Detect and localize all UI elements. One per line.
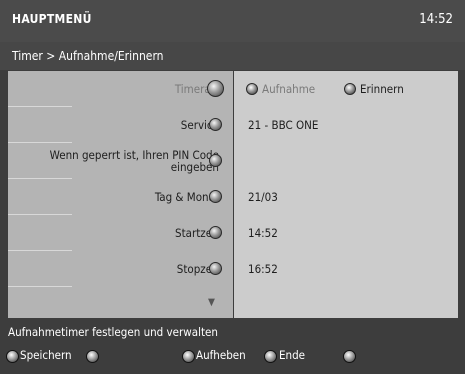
scroll-down-arrow-icon[interactable]: ▼: [208, 297, 215, 308]
option-erinnern-radio-icon[interactable]: [344, 83, 356, 95]
row-pin[interactable]: Wenn geperrt ist, Ihren PIN Code eingebe…: [8, 143, 458, 179]
timer-form-panel: Timerart Aufnahme Erinnern Service 21 - …: [8, 71, 458, 318]
top-bar: HAUPTMENÜ 14:52: [0, 0, 465, 42]
breadcrumb: Timer > Aufnahme/Erinnern: [12, 49, 164, 63]
blank-button-icon[interactable]: [86, 350, 99, 363]
service-value[interactable]: 21 - BBC ONE: [248, 107, 318, 143]
footer-bar: Speichern Aufheben Ende: [0, 342, 465, 374]
option-aufnahme-label[interactable]: Aufnahme: [262, 71, 315, 107]
save-button-icon[interactable]: [6, 350, 19, 363]
row-stopzeit[interactable]: Stopzeit 16:52: [8, 251, 458, 287]
cancel-button-icon[interactable]: [182, 350, 195, 363]
stopzeit-value[interactable]: 16:52: [248, 251, 278, 287]
end-button[interactable]: Ende: [279, 348, 305, 362]
save-button[interactable]: Speichern: [20, 348, 72, 362]
breadcrumb-bar: Timer > Aufnahme/Erinnern: [0, 42, 465, 70]
menu-title: HAUPTMENÜ: [12, 12, 92, 26]
blank-button-icon[interactable]: [343, 350, 356, 363]
pin-adjust-icon[interactable]: [209, 154, 222, 167]
stopzeit-adjust-icon[interactable]: [209, 262, 222, 275]
row-timerart[interactable]: Timerart Aufnahme Erinnern: [8, 71, 458, 107]
timerart-adjust-icon: [207, 80, 224, 97]
clock: 14:52: [419, 12, 453, 27]
row-startzeit[interactable]: Startzeit 14:52: [8, 215, 458, 251]
option-aufnahme-radio-icon[interactable]: [246, 83, 258, 95]
row-divider: [8, 286, 72, 287]
status-text: Aufnahmetimer festlegen und verwalten: [8, 325, 218, 339]
end-button-icon[interactable]: [264, 350, 277, 363]
service-adjust-icon[interactable]: [209, 118, 222, 131]
cancel-button[interactable]: Aufheben: [196, 348, 246, 362]
startzeit-value[interactable]: 14:52: [248, 215, 278, 251]
pin-label: Wenn geperrt ist, Ihren PIN Code eingebe…: [50, 143, 219, 179]
row-service[interactable]: Service 21 - BBC ONE: [8, 107, 458, 143]
tag-monat-adjust-icon[interactable]: [209, 190, 222, 203]
startzeit-adjust-icon[interactable]: [209, 226, 222, 239]
option-erinnern-label[interactable]: Erinnern: [360, 71, 404, 107]
tag-monat-value[interactable]: 21/03: [248, 179, 278, 215]
row-tag-monat[interactable]: Tag & Monat 21/03: [8, 179, 458, 215]
